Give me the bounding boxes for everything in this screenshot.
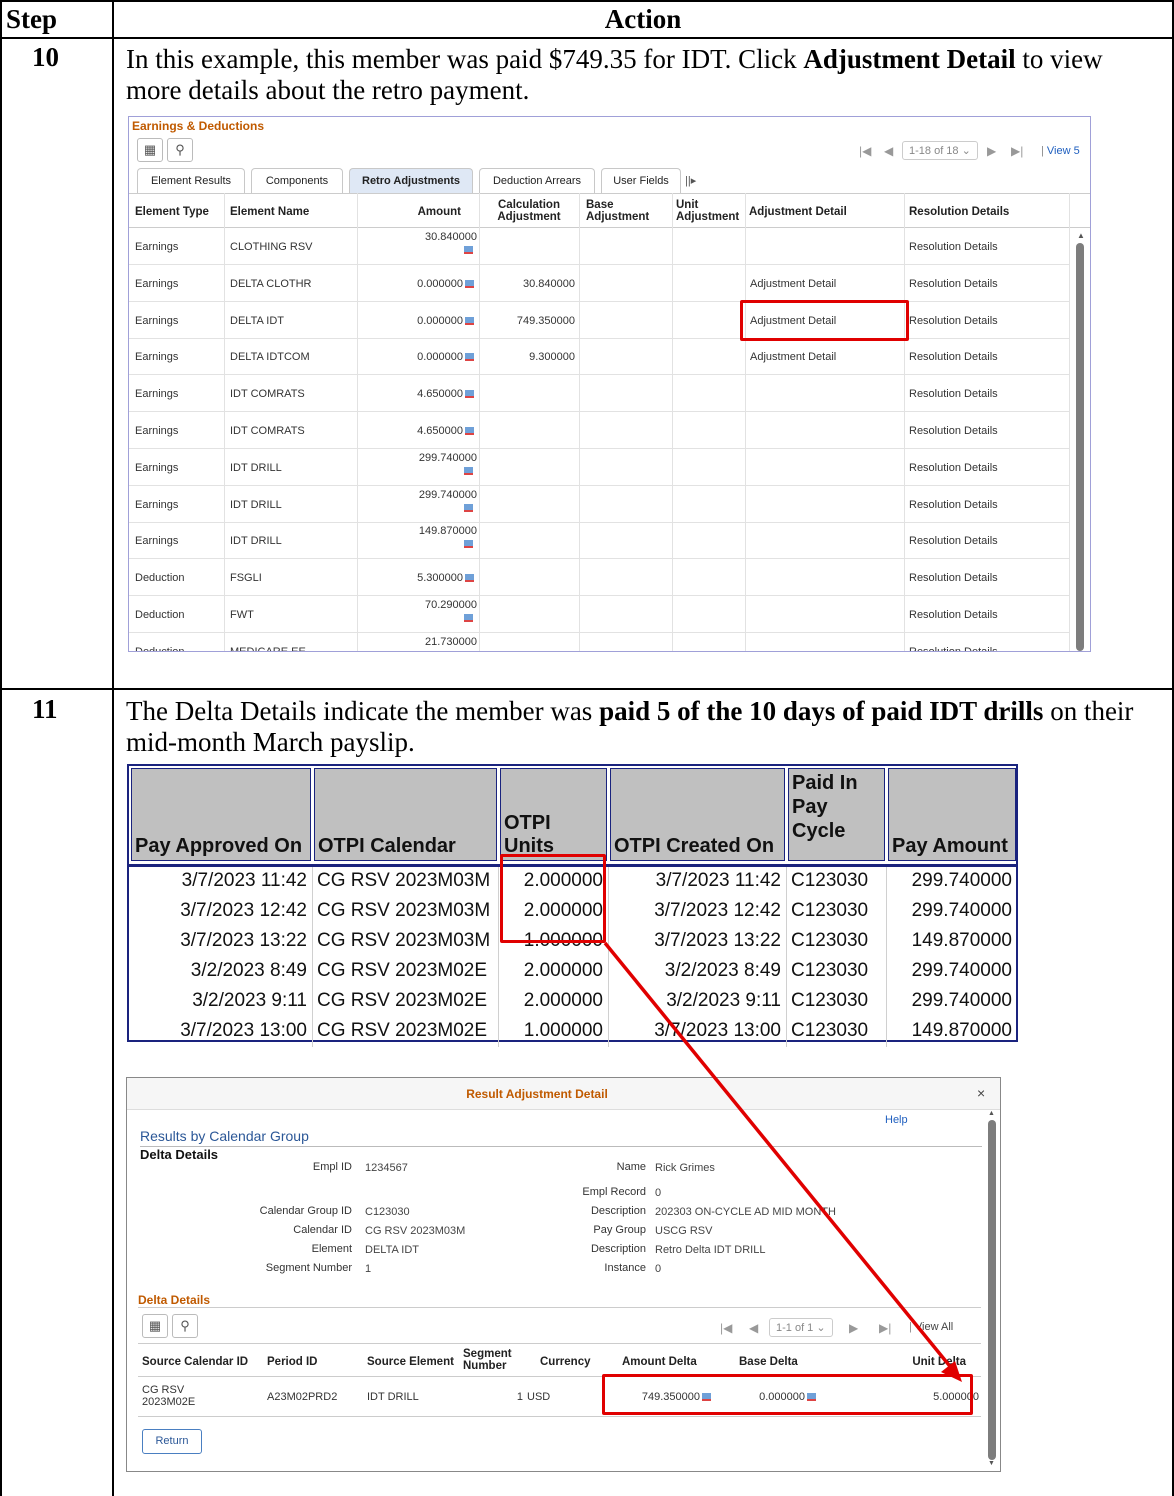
red-arrow: [603, 941, 962, 1382]
